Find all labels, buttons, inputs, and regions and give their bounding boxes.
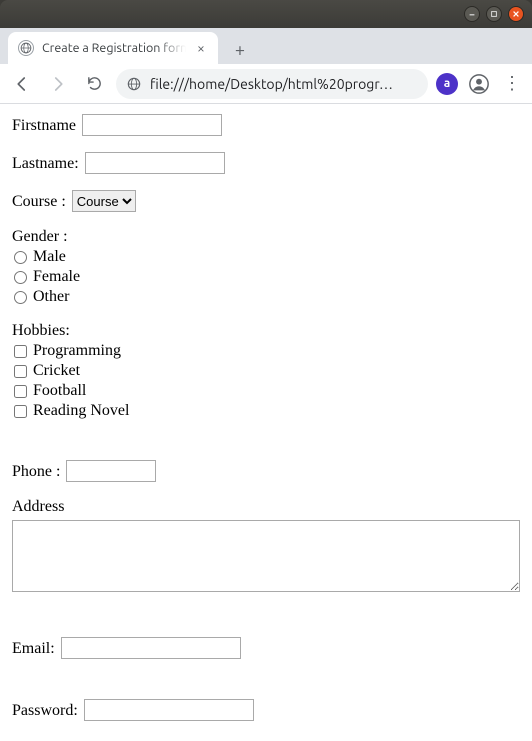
gender-radio-other[interactable] bbox=[14, 291, 27, 304]
back-button[interactable] bbox=[8, 70, 36, 98]
hobby-checkbox-football[interactable] bbox=[14, 385, 27, 398]
profile-avatar-icon[interactable] bbox=[466, 71, 492, 97]
active-tab[interactable]: Create a Registration form × bbox=[8, 32, 218, 64]
hobby-option-football: Football bbox=[14, 382, 520, 400]
menu-button[interactable]: ⋮ bbox=[500, 72, 524, 96]
phone-label: Phone : bbox=[12, 463, 60, 480]
address-textarea[interactable] bbox=[12, 520, 520, 592]
hobbies-label: Hobbies: bbox=[12, 322, 520, 340]
password-input[interactable] bbox=[84, 699, 254, 721]
site-info-icon[interactable] bbox=[126, 76, 142, 92]
lastname-label: Lastname: bbox=[12, 155, 79, 172]
lastname-input[interactable] bbox=[85, 152, 225, 174]
address-label: Address bbox=[12, 498, 520, 516]
course-select[interactable]: Course bbox=[72, 190, 136, 212]
tab-close-icon[interactable]: × bbox=[194, 41, 208, 55]
hobby-option-programming: Programming bbox=[14, 342, 520, 360]
hobby-checkbox-label: Football bbox=[33, 382, 86, 400]
gender-radio-male[interactable] bbox=[14, 251, 27, 264]
browser-toolbar: file:///home/Desktop/html%20progr… a ⋮ bbox=[0, 64, 532, 104]
window-maximize-button[interactable] bbox=[486, 6, 502, 22]
email-input[interactable] bbox=[61, 637, 241, 659]
gender-radio-label: Female bbox=[33, 268, 80, 286]
forward-button[interactable] bbox=[44, 70, 72, 98]
gender-option-male: Male bbox=[14, 248, 520, 266]
hobby-checkbox-cricket[interactable] bbox=[14, 365, 27, 378]
email-label: Email: bbox=[12, 640, 55, 657]
hobby-checkbox-reading[interactable] bbox=[14, 405, 27, 418]
hobby-checkbox-label: Reading Novel bbox=[33, 402, 129, 420]
hobby-checkbox-programming[interactable] bbox=[14, 345, 27, 358]
page-content: Firstname Lastname: Course : Course Gend… bbox=[0, 104, 532, 741]
browser-window: Create a Registration form × + file:///h… bbox=[0, 0, 532, 741]
gender-option-female: Female bbox=[14, 268, 520, 286]
firstname-label: Firstname bbox=[12, 117, 76, 134]
hobby-checkbox-label: Cricket bbox=[33, 362, 80, 380]
hobby-checkbox-label: Programming bbox=[33, 342, 121, 360]
window-titlebar bbox=[0, 0, 532, 28]
reload-button[interactable] bbox=[80, 70, 108, 98]
window-close-button[interactable] bbox=[508, 6, 524, 22]
gender-radio-label: Male bbox=[33, 248, 66, 266]
gender-radio-label: Other bbox=[33, 288, 69, 306]
password-label: Password: bbox=[12, 702, 78, 719]
extension-icon[interactable]: a bbox=[436, 73, 458, 95]
tab-strip: Create a Registration form × + bbox=[0, 28, 532, 64]
gender-radio-female[interactable] bbox=[14, 271, 27, 284]
tab-title: Create a Registration form bbox=[42, 41, 186, 55]
hobby-option-cricket: Cricket bbox=[14, 362, 520, 380]
hobby-option-reading: Reading Novel bbox=[14, 402, 520, 420]
course-label: Course : bbox=[12, 193, 66, 210]
url-text: file:///home/Desktop/html%20progr… bbox=[150, 76, 418, 92]
address-bar[interactable]: file:///home/Desktop/html%20progr… bbox=[116, 69, 428, 99]
gender-label: Gender : bbox=[12, 228, 520, 246]
firstname-input[interactable] bbox=[82, 114, 222, 136]
gender-option-other: Other bbox=[14, 288, 520, 306]
window-minimize-button[interactable] bbox=[464, 6, 480, 22]
new-tab-button[interactable]: + bbox=[226, 36, 254, 64]
phone-input[interactable] bbox=[66, 460, 156, 482]
globe-icon bbox=[18, 40, 34, 56]
